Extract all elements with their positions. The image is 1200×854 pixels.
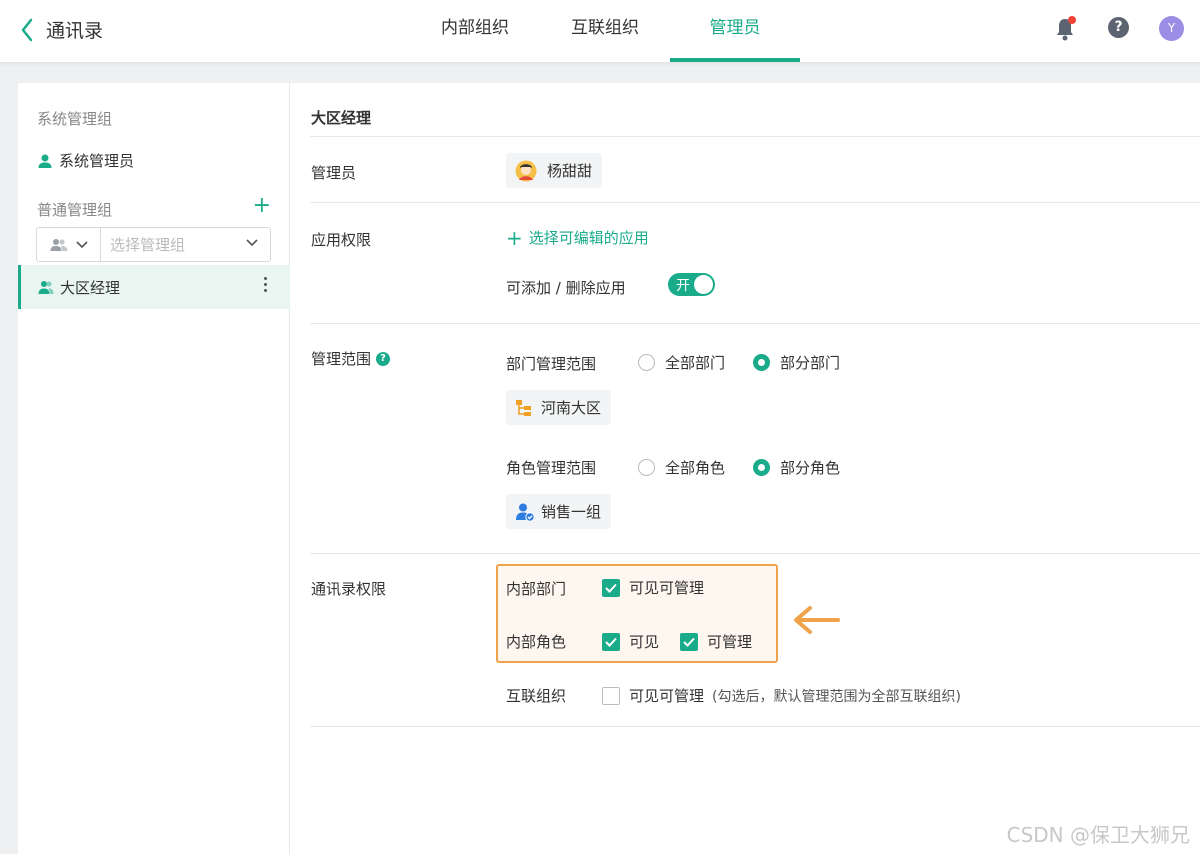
- sidebar: 系统管理组 系统管理员 普通管理组 + 选择管理组 大区经理: [18, 83, 290, 854]
- admin-user-name: 杨甜甜: [547, 162, 593, 180]
- internal-role-label: 内部角色: [506, 633, 567, 651]
- divider: [310, 726, 1200, 727]
- checkbox-label: 可见可管理: [629, 579, 705, 597]
- linked-org-note: (勾选后，默认管理范围为全部互联组织): [712, 688, 961, 705]
- radio-circle: [638, 354, 655, 371]
- radio-label: 部分角色: [780, 459, 841, 477]
- sidebar-item-label: 大区经理: [60, 278, 121, 297]
- select-editable-apps-link[interactable]: + 选择可编辑的应用: [506, 227, 649, 248]
- watermark: CSDN @保卫大狮兄: [1006, 823, 1190, 847]
- radio-all-roles[interactable]: 全部角色: [638, 457, 725, 478]
- radio-circle: [638, 459, 655, 476]
- scope-label-wrap: 管理范围 ?: [311, 348, 391, 369]
- arrow-left-icon: [794, 606, 840, 634]
- checkbox-internal-role-visible[interactable]: 可见: [602, 631, 659, 652]
- dept-scope-label: 部门管理范围: [506, 355, 597, 373]
- sidebar-item-label: 系统管理员: [59, 152, 135, 170]
- checkbox-label: 可管理: [707, 633, 753, 651]
- radio-label: 部分部门: [780, 354, 841, 372]
- tab-internal-org[interactable]: 内部组织: [410, 0, 540, 62]
- group-type-dropdown[interactable]: [37, 228, 101, 261]
- contacts-permission-label: 通讯录权限: [311, 580, 387, 598]
- checkbox-checked: [602, 632, 620, 651]
- divider: [310, 323, 1200, 324]
- checkbox-label: 可见可管理: [629, 687, 705, 705]
- sidebar-item-region-manager[interactable]: 大区经理: [18, 265, 290, 309]
- scope-label: 管理范围: [311, 350, 372, 368]
- check-icon: [605, 637, 617, 647]
- notification-bell-icon[interactable]: [1055, 16, 1076, 41]
- group-select: 选择管理组: [36, 227, 271, 262]
- checkbox-unchecked: [602, 686, 620, 705]
- plus-icon: +: [506, 225, 523, 250]
- chevron-left-icon: [21, 18, 33, 41]
- user-avatar-icon: [515, 160, 537, 181]
- linked-org-label: 互联组织: [506, 687, 567, 705]
- radio-circle-selected: [753, 459, 770, 476]
- sidebar-item-system-admin[interactable]: 系统管理员: [37, 150, 134, 171]
- dept-chip[interactable]: 河南大区: [506, 390, 612, 425]
- app-title: 通讯录: [46, 20, 104, 42]
- more-options-icon[interactable]: [264, 277, 268, 295]
- app-permission-label: 应用权限: [311, 231, 372, 249]
- system-group-heading: 系统管理组: [37, 110, 113, 128]
- add-remove-apps-label: 可添加 / 删除应用: [506, 279, 626, 297]
- main-panel: 大区经理 管理员 杨甜甜 应用权限 + 选择可编辑的应用 可添加 / 删除应用 …: [290, 83, 1200, 854]
- role-chip[interactable]: 销售一组: [506, 494, 612, 529]
- radio-partial-roles[interactable]: 部分角色: [753, 457, 840, 478]
- panel-title: 大区经理: [311, 109, 372, 127]
- dept-chip-label: 河南大区: [541, 399, 602, 417]
- tab-admins[interactable]: 管理员: [670, 0, 800, 62]
- divider: [310, 136, 1200, 137]
- group-search-select[interactable]: 选择管理组: [101, 228, 270, 261]
- checkbox-label: 可见: [629, 633, 660, 651]
- admin-user-chip[interactable]: 杨甜甜: [506, 153, 603, 188]
- users-icon: [38, 281, 54, 294]
- checkbox-checked: [602, 578, 620, 597]
- radio-circle-selected: [753, 354, 770, 371]
- radio-all-departments[interactable]: 全部部门: [638, 352, 725, 373]
- add-remove-apps-toggle[interactable]: 开: [668, 273, 715, 296]
- main-tabs: 内部组织 互联组织 管理员: [410, 0, 800, 62]
- user-icon: [38, 154, 52, 168]
- check-icon: [605, 583, 617, 593]
- help-icon[interactable]: ?: [376, 351, 391, 366]
- toggle-knob: [694, 275, 713, 294]
- tab-linked-org[interactable]: 互联组织: [540, 0, 670, 62]
- radio-partial-departments[interactable]: 部分部门: [753, 352, 840, 373]
- help-icon[interactable]: ?: [1108, 17, 1129, 38]
- admin-label: 管理员: [311, 164, 357, 182]
- radio-label: 全部角色: [665, 459, 726, 477]
- org-tree-icon: [516, 399, 531, 416]
- role-scope-label: 角色管理范围: [506, 459, 597, 477]
- divider: [310, 553, 1200, 554]
- user-role-icon: [516, 503, 535, 522]
- select-editable-apps-text: 选择可编辑的应用: [528, 229, 649, 247]
- notification-dot: [1068, 16, 1076, 24]
- select-placeholder: 选择管理组: [110, 236, 186, 254]
- chevron-down-icon: [246, 239, 258, 247]
- checkbox-checked: [680, 632, 698, 651]
- checkbox-internal-dept-manage[interactable]: 可见可管理: [602, 577, 704, 598]
- checkbox-internal-role-manage[interactable]: 可管理: [680, 631, 752, 652]
- users-icon: [50, 238, 67, 251]
- toggle-text: 开: [676, 278, 690, 294]
- role-chip-label: 销售一组: [541, 503, 602, 521]
- divider: [310, 202, 1200, 203]
- normal-group-heading: 普通管理组: [37, 201, 113, 219]
- back-button[interactable]: 通讯录: [20, 16, 103, 43]
- user-avatar[interactable]: Y: [1159, 16, 1184, 41]
- radio-label: 全部部门: [665, 354, 726, 372]
- top-bar: 通讯录 内部组织 互联组织 管理员 ? Y: [0, 0, 1200, 62]
- check-icon: [683, 637, 695, 647]
- chevron-down-icon: [75, 240, 88, 248]
- checkbox-linked-org-manage[interactable]: 可见可管理 (勾选后，默认管理范围为全部互联组织): [602, 685, 961, 706]
- internal-dept-label: 内部部门: [506, 580, 567, 598]
- add-group-button[interactable]: +: [253, 195, 271, 217]
